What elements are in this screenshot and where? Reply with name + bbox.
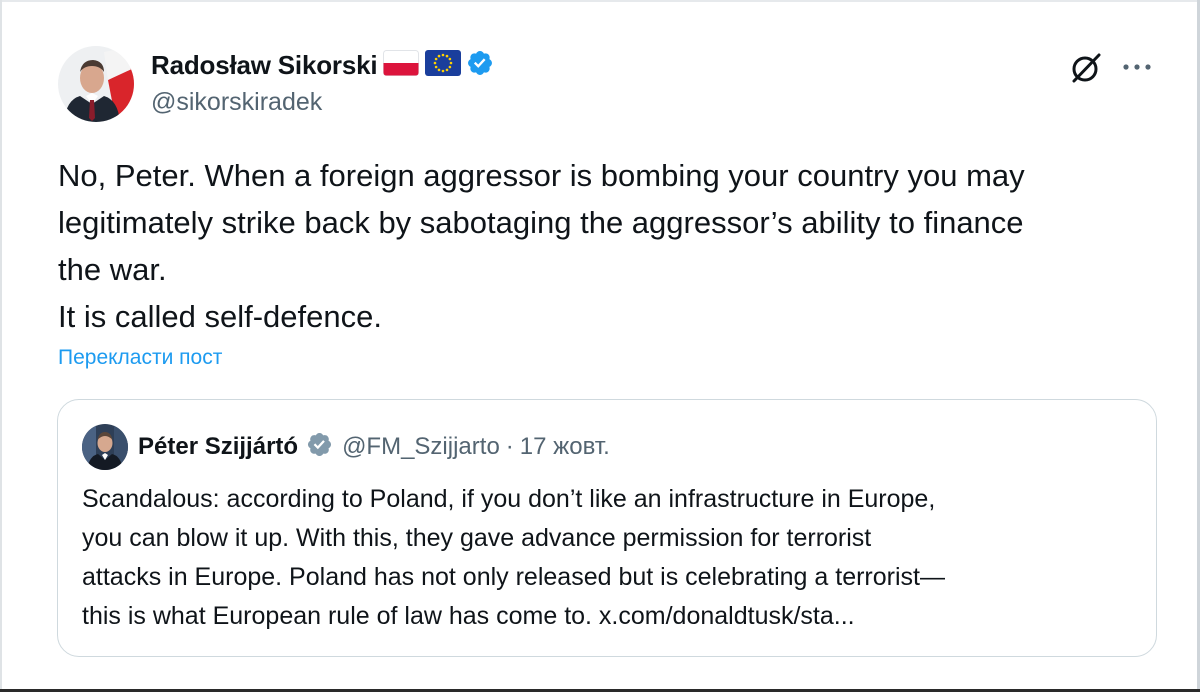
top-border	[0, 0, 1200, 2]
eu-flag-icon	[425, 49, 462, 81]
quoted-header: Péter Szijjártó @FM_Szijjarto · 17 жовт.	[138, 429, 610, 465]
quoted-post-date[interactable]: 17 жовт.	[520, 433, 610, 461]
quoted-line: you can blow it up. With this, they gave…	[82, 524, 872, 552]
verified-badge-icon[interactable]	[466, 49, 494, 82]
post-text: No, Peter. When a foreign aggressor is b…	[58, 152, 1168, 340]
quoted-author-avatar[interactable]	[82, 424, 128, 470]
author-line: Radosław Sikorski	[151, 48, 494, 82]
more-options-button[interactable]	[1120, 52, 1154, 82]
author-name[interactable]: Radosław Sikorski	[151, 50, 378, 81]
quoted-author-handle[interactable]: @FM_Szijjarto	[342, 433, 500, 461]
quoted-verified-badge-icon[interactable]	[306, 431, 333, 463]
quoted-post[interactable]: Péter Szijjártó @FM_Szijjarto · 17 жовт.…	[57, 399, 1157, 657]
quoted-separator: ·	[505, 433, 514, 460]
author-handle[interactable]: @sikorskiradek	[151, 88, 322, 117]
post-line: the war.	[58, 252, 167, 287]
author-avatar[interactable]	[58, 46, 134, 122]
more-icon	[1120, 64, 1154, 86]
quoted-line: this is what European rule of law has co…	[82, 602, 855, 630]
grok-icon	[1068, 53, 1104, 90]
post-line: legitimately strike back by sabotaging t…	[58, 205, 1024, 240]
poland-flag-icon	[383, 49, 420, 81]
quoted-author-name[interactable]: Péter Szijjártó	[138, 433, 298, 461]
quoted-line: Scandalous: according to Poland, if you …	[82, 485, 936, 513]
quoted-post-text: Scandalous: according to Poland, if you …	[82, 480, 1142, 636]
grok-button[interactable]	[1068, 50, 1104, 86]
quoted-line: attacks in Europe. Poland has not only r…	[82, 563, 945, 591]
post-card: Radosław Sikorski @sikorskiradek No, Pet…	[0, 0, 1200, 692]
left-border	[0, 0, 2, 692]
translate-post-link[interactable]: Перекласти пост	[58, 346, 222, 370]
post-line: It is called self-defence.	[58, 299, 382, 334]
post-line: No, Peter. When a foreign aggressor is b…	[58, 158, 1025, 193]
